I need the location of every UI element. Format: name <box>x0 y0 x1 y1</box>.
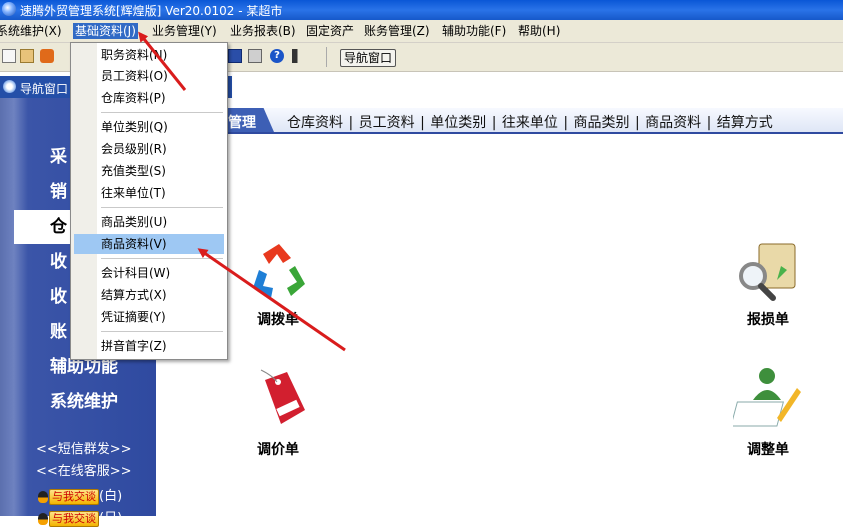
title-bar: 速腾外贸管理系统[辉煌版] Ver20.0102 - 某超市 <box>0 0 843 20</box>
price-adjust-order-label: 调价单 <box>257 442 299 458</box>
menu-separator <box>101 207 223 208</box>
online-service-link[interactable]: <<在线客服>> <box>36 460 132 479</box>
menu-item-product-category[interactable]: 商品类别(U) <box>101 212 221 232</box>
quick-link-settlement[interactable]: 结算方式 <box>717 115 773 131</box>
qq-chat-button[interactable]: 与我交谈 <box>49 488 99 505</box>
menu-business-management[interactable]: 业务管理(Y) <box>150 23 219 39</box>
nav-window-icon <box>3 80 16 93</box>
menu-business-reports[interactable]: 业务报表(B) <box>228 23 298 39</box>
menu-item-position-data[interactable]: 职务资料(N) <box>101 45 221 65</box>
quick-link-partner[interactable]: 往来单位 <box>502 115 558 131</box>
save-icon[interactable] <box>228 49 242 63</box>
quick-links: 仓库资料 | 员工资料 | 单位类别 | 往来单位 | 商品类别 | 商品资料 … <box>287 115 773 131</box>
quick-link-product[interactable]: 商品资料 <box>645 115 701 131</box>
toolbar-separator <box>326 47 327 67</box>
adjustment-order-label: 调整单 <box>747 442 789 458</box>
new-doc-icon[interactable] <box>2 49 16 63</box>
print-icon[interactable] <box>248 49 262 63</box>
menu-fixed-assets[interactable]: 固定资产 <box>304 23 356 39</box>
menu-item-employee-data[interactable]: 员工资料(O) <box>101 66 221 86</box>
nav-window-title: 导航窗口 <box>20 82 69 96</box>
sms-broadcast-link[interactable]: <<短信群发>> <box>36 438 132 457</box>
menu-item-voucher-summary[interactable]: 凭证摘要(Y) <box>101 307 221 327</box>
menu-item-pinyin-initials[interactable]: 拼音首字(Z) <box>101 336 221 356</box>
basic-data-dropdown: 职务资料(N) 员工资料(O) 仓库资料(P) 单位类别(Q) 会员级别(R) … <box>70 42 228 360</box>
menu-help[interactable]: 帮助(H) <box>516 23 562 39</box>
menu-item-unit-category[interactable]: 单位类别(Q) <box>101 117 221 137</box>
menu-separator <box>101 331 223 332</box>
transfer-order-label: 调拨单 <box>257 312 299 328</box>
menu-icon-strip <box>71 43 97 359</box>
menu-item-accounting-subject[interactable]: 会计科目(W) <box>101 263 221 283</box>
menu-item-partner-unit[interactable]: 往来单位(T) <box>101 183 221 203</box>
quick-link-product-category[interactable]: 商品类别 <box>574 115 630 131</box>
help-icon[interactable]: ? <box>270 49 284 63</box>
quick-link-unit-type[interactable]: 单位类别 <box>430 115 486 131</box>
quick-link-employee[interactable]: 员工资料 <box>359 115 415 131</box>
app-icon <box>2 2 16 16</box>
magnifier-clipboard-icon <box>739 243 796 301</box>
menu-basic-data[interactable]: 基础资料(J) <box>73 23 138 39</box>
menu-separator <box>101 258 223 259</box>
menu-account-management[interactable]: 账务管理(Z) <box>362 23 432 39</box>
transfer-order[interactable]: 调拨单 <box>218 236 338 331</box>
price-adjust-order[interactable]: 调价单 <box>218 366 338 461</box>
menu-auxiliary-functions[interactable]: 辅助功能(F) <box>440 23 508 39</box>
qq-chat-day[interactable]: 与我交谈 (白) <box>38 485 122 505</box>
person-pencil-icon <box>733 368 801 427</box>
sale-tag-icon <box>260 369 305 424</box>
menu-separator <box>101 112 223 113</box>
sidebar-item-system[interactable]: 系统维护 <box>28 385 156 419</box>
tool-icon[interactable] <box>40 49 54 63</box>
exit-icon[interactable] <box>292 49 306 63</box>
menu-item-member-level[interactable]: 会员级别(R) <box>101 139 221 159</box>
menu-system-maintenance[interactable]: 系统维护(X) <box>0 23 64 39</box>
menu-item-warehouse-data[interactable]: 仓库资料(P) <box>101 88 221 108</box>
qq-chat-button[interactable]: 与我交谈 <box>49 510 99 527</box>
damage-report[interactable]: 报损单 <box>708 236 828 331</box>
menu-bar: 系统维护(X) 基础资料(J) 业务管理(Y) 业务报表(B) 固定资产 账务管… <box>0 20 843 43</box>
quick-link-warehouse[interactable]: 仓库资料 <box>287 115 343 131</box>
menu-item-product-data[interactable]: 商品资料(V) <box>74 234 224 254</box>
module-tab-strip: 管理 仓库资料 | 员工资料 | 单位类别 | 往来单位 | 商品类别 | 商品… <box>156 108 843 134</box>
qq-penguin-icon <box>38 512 48 525</box>
window-title: 速腾外贸管理系统[辉煌版] Ver20.0102 - 某超市 <box>20 4 283 18</box>
nav-window-button[interactable]: 导航窗口 <box>340 49 397 67</box>
menu-item-recharge-type[interactable]: 充值类型(S) <box>101 161 221 181</box>
qq-chat-suffix: (白) <box>99 489 123 504</box>
recycle-icon <box>253 244 305 298</box>
open-folder-icon[interactable] <box>20 49 34 63</box>
qq-chat-night[interactable]: 与我交谈 (日) <box>38 507 122 527</box>
qq-chat-suffix: (日) <box>99 511 123 526</box>
adjustment-order[interactable]: 调整单 <box>708 366 828 461</box>
qq-penguin-icon <box>38 490 48 503</box>
damage-report-label: 报损单 <box>747 312 789 328</box>
menu-item-settlement-method[interactable]: 结算方式(X) <box>101 285 221 305</box>
